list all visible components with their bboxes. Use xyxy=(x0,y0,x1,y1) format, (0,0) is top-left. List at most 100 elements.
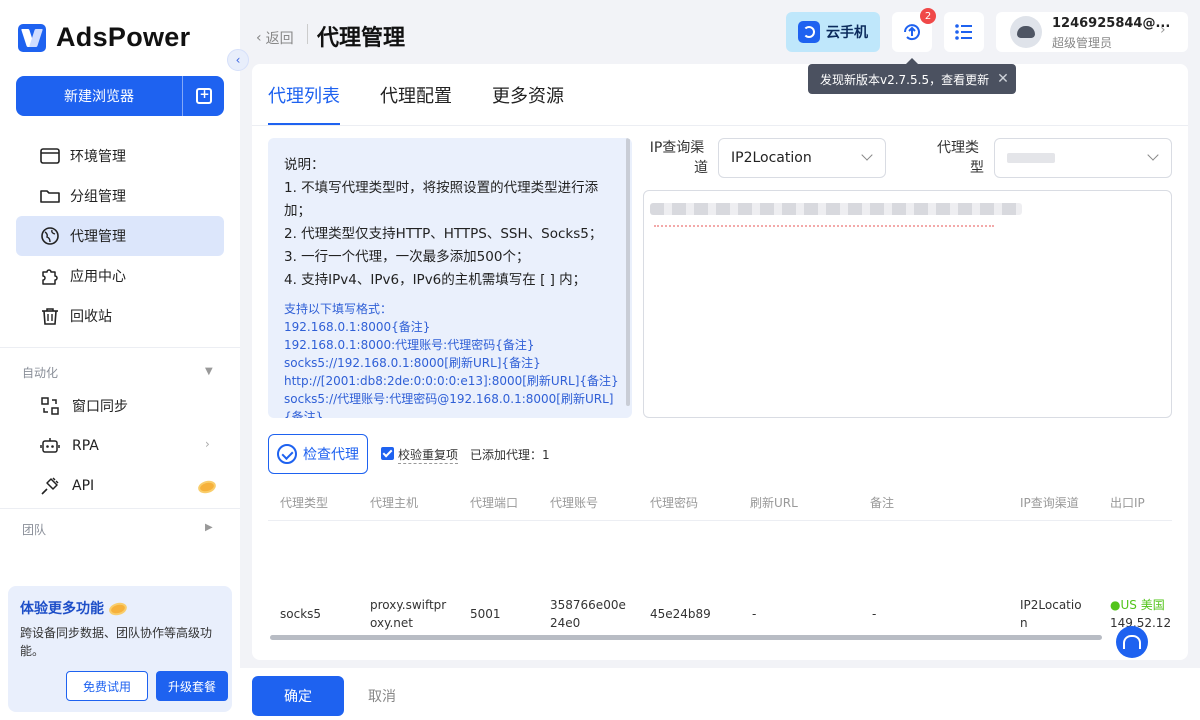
cell-password: 45e24b89 xyxy=(650,607,711,621)
batch-add-button[interactable] xyxy=(182,76,224,116)
format-line: http://[2001:db8:2de:0:0:0:0:e13]:8000[刷… xyxy=(284,374,619,388)
tab-more-resources[interactable]: 更多资源 xyxy=(492,64,564,126)
sidebar-item-groups[interactable]: 分组管理 xyxy=(16,176,224,216)
sidebar-item-proxy[interactable]: 代理管理 xyxy=(16,216,224,256)
format-line: 192.168.0.1:8000:代理账号:代理密码{备注} xyxy=(284,338,535,352)
column-header: 代理账号 xyxy=(550,496,599,510)
section-team[interactable]: 团队 xyxy=(22,521,46,538)
redacted-proxy-line xyxy=(650,203,1022,215)
redacted-value xyxy=(1007,153,1055,163)
batch-add-icon xyxy=(195,87,212,104)
new-browser-button[interactable]: 新建浏览器 xyxy=(16,76,224,116)
sidebar-item-label: 代理管理 xyxy=(70,229,126,245)
spellcheck-underline xyxy=(654,217,994,227)
collapse-sidebar-button[interactable]: ‹ xyxy=(227,49,249,71)
confirm-button[interactable]: 确定 xyxy=(252,676,344,716)
cell-exit-ip: ●US 美国 149.52.12.5 xyxy=(1110,596,1172,632)
avatar xyxy=(1010,16,1042,48)
chevron-right-icon[interactable]: ▶ xyxy=(205,522,213,533)
user-role: 超级管理员 xyxy=(1052,36,1113,50)
user-menu[interactable]: 1246925844@... 超级管理员 › xyxy=(996,12,1188,52)
promo-desc: 跨设备同步数据、团队协作等高级功能。 xyxy=(20,626,213,658)
section-automation[interactable]: 自动化 xyxy=(22,364,58,381)
logo[interactable]: AdsPower xyxy=(18,22,190,53)
footer-bar: 确定 取消 xyxy=(240,668,1200,720)
update-badge: 2 xyxy=(920,8,936,24)
page-title: 代理管理 xyxy=(317,26,406,51)
sidebar-item-apps[interactable]: 应用中心 xyxy=(16,256,224,296)
coin-icon xyxy=(107,600,129,618)
close-icon[interactable]: ✕ xyxy=(997,71,1009,87)
sidebar-item-api[interactable]: API xyxy=(40,474,94,498)
divider xyxy=(0,347,240,348)
note-line: 2. 代理类型仅支持HTTP、HTTPS、SSH、Socks5； xyxy=(284,226,603,242)
upload-icon xyxy=(904,24,920,41)
upgrade-button[interactable]: 升级套餐 xyxy=(156,671,228,701)
dedupe-checkbox[interactable] xyxy=(381,447,394,460)
promo-card: 体验更多功能 跨设备同步数据、团队协作等高级功能。 免费试用 升级套餐 xyxy=(8,586,232,712)
sidebar: AdsPower 新建浏览器 环境管理 分组管理 代理管理 xyxy=(0,0,240,720)
note-line: 说明： xyxy=(284,157,325,173)
sidebar-item-label: 回收站 xyxy=(70,309,112,325)
check-proxy-button[interactable]: 检查代理 xyxy=(268,434,368,474)
tab-proxy-list[interactable]: 代理列表 xyxy=(268,64,340,126)
update-tooltip[interactable]: 发现新版本v2.7.5.5，查看更新 ✕ xyxy=(808,58,1016,94)
divider xyxy=(0,508,240,509)
free-trial-button[interactable]: 免费试用 xyxy=(66,671,148,701)
customer-support-button[interactable] xyxy=(1116,626,1148,658)
task-list-button[interactable] xyxy=(944,12,984,52)
cloud-phone-button[interactable]: 云手机 xyxy=(786,12,880,52)
back-button[interactable]: ‹ 返回 xyxy=(256,28,294,48)
instructions-panel: 说明： 1. 不填写代理类型时，将按照设置的代理类型进行添 加； 2. 代理类型… xyxy=(268,138,632,418)
sidebar-item-rpa[interactable]: RPA xyxy=(40,434,99,458)
check-circle-icon xyxy=(277,444,297,464)
robot-icon xyxy=(40,436,60,456)
trash-icon xyxy=(40,306,60,326)
premium-coin-icon xyxy=(196,478,218,496)
main-nav: 环境管理 分组管理 代理管理 应用中心 回收站 xyxy=(16,136,224,336)
sidebar-item-profiles[interactable]: 环境管理 xyxy=(16,136,224,176)
column-header: 代理端口 xyxy=(470,496,519,510)
logo-text: AdsPower xyxy=(56,22,191,52)
proxy-panel: 代理列表 代理配置 更多资源 说明： 1. 不填写代理类型时，将按照设置的代理类… xyxy=(252,64,1188,660)
ip-channel-select[interactable]: IP2Location xyxy=(718,138,886,178)
sidebar-item-trash[interactable]: 回收站 xyxy=(16,296,224,336)
chevron-right-icon: › xyxy=(205,437,210,451)
ip-channel-value: IP2Location xyxy=(731,150,812,166)
column-header: 出口IP xyxy=(1110,496,1145,510)
proxy-type-label: 代理类型 xyxy=(937,140,984,176)
tooltip-text: 发现新版本v2.7.5.5，查看更新 xyxy=(820,72,990,87)
ip-channel-label: IP查询渠道 xyxy=(649,140,708,176)
list-icon xyxy=(955,24,972,40)
sidebar-item-label: 分组管理 xyxy=(70,189,126,205)
dedupe-label[interactable]: 校验重复项 xyxy=(398,446,459,464)
sidebar-item-window-sync[interactable]: 窗口同步 xyxy=(40,394,128,418)
chevron-down-icon[interactable]: ▼ xyxy=(205,366,213,377)
format-line: 支持以下填写格式： xyxy=(284,302,393,316)
tab-proxy-config[interactable]: 代理配置 xyxy=(380,64,452,126)
note-line: 加； xyxy=(284,203,311,219)
column-header: 代理主机 xyxy=(370,496,419,510)
horizontal-scrollbar[interactable] xyxy=(270,635,1102,640)
note-line: 1. 不填写代理类型时，将按照设置的代理类型进行添 xyxy=(284,180,599,196)
added-count: 已添加代理：1 xyxy=(470,448,550,462)
sync-icon xyxy=(40,396,60,416)
new-browser-label[interactable]: 新建浏览器 xyxy=(16,76,182,116)
user-name: 1246925844@... xyxy=(1052,16,1171,31)
puzzle-icon xyxy=(40,266,60,286)
column-header: 代理密码 xyxy=(650,496,699,510)
proxy-input-textarea[interactable] xyxy=(643,190,1172,418)
format-line: socks5://192.168.0.1:8000[刷新URL]{备注} xyxy=(284,356,541,370)
sidebar-item-label: 窗口同步 xyxy=(72,399,128,415)
adspower-logo-icon xyxy=(18,23,46,52)
cloud-phone-icon xyxy=(798,21,820,43)
sidebar-item-label: 应用中心 xyxy=(70,269,126,285)
tab-bar: 代理列表 代理配置 更多资源 xyxy=(268,64,564,126)
divider xyxy=(307,24,308,44)
back-label: 返回 xyxy=(265,31,294,47)
scrollbar[interactable] xyxy=(626,138,630,406)
cancel-button[interactable]: 取消 xyxy=(368,686,396,706)
proxy-type-select[interactable] xyxy=(994,138,1172,178)
divider xyxy=(252,125,1188,126)
update-button[interactable]: 2 xyxy=(892,8,936,52)
